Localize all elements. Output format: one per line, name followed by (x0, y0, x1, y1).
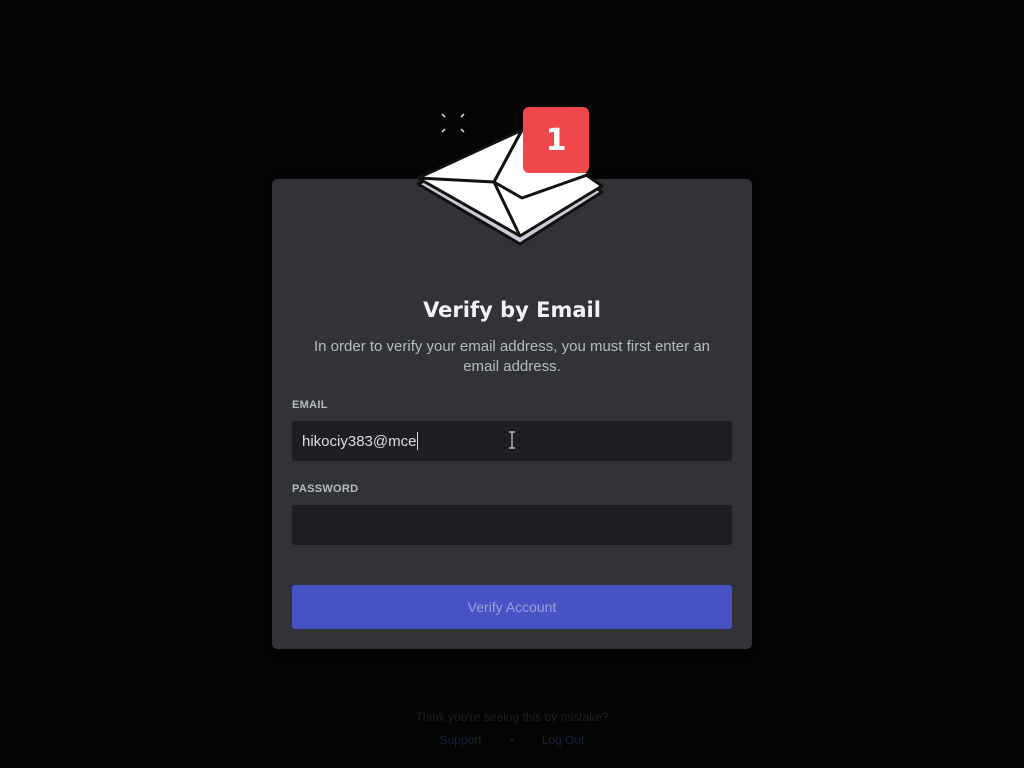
sparkle-icon (441, 113, 465, 133)
password-field[interactable] (292, 505, 732, 545)
logout-link[interactable]: Log Out (542, 733, 585, 747)
verify-account-button[interactable]: Verify Account (292, 585, 732, 629)
text-caret (417, 432, 419, 450)
footer-links: Support • Log Out (272, 733, 752, 747)
text-cursor-icon (509, 431, 515, 449)
email-label: EMAIL (292, 399, 328, 411)
page-subtitle: In order to verify your email address, y… (314, 338, 710, 375)
support-link[interactable]: Support (440, 733, 482, 747)
page-title: Verify by Email (423, 298, 601, 322)
footer-separator: • (509, 733, 514, 747)
notification-badge: 1 (523, 107, 589, 173)
verify-email-screen: 1 Verify by Email In order to verify you… (0, 0, 1024, 768)
email-value: hikociy383@mce (302, 432, 417, 450)
footer-text: Think you're seeing this by mistake? (415, 710, 609, 724)
password-label: PASSWORD (292, 483, 359, 495)
